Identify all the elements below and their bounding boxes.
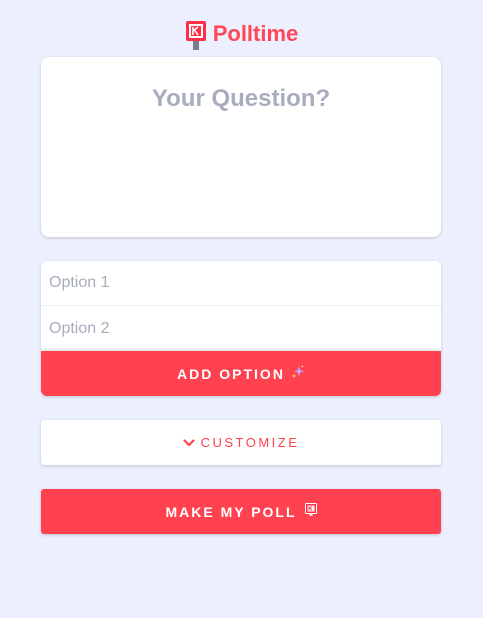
customize-label: CUSTOMIZE <box>200 435 300 450</box>
customize-button[interactable]: CUSTOMIZE <box>41 420 441 465</box>
add-option-button[interactable]: ADD OPTION <box>41 351 441 396</box>
option-2-input[interactable] <box>41 306 441 351</box>
make-poll-button[interactable]: MAKE MY POLL <box>41 489 441 534</box>
chevron-down-icon <box>182 437 195 449</box>
sparkles-icon <box>291 364 305 379</box>
question-input[interactable] <box>41 57 441 237</box>
brand-name[interactable]: Polltime <box>213 21 299 47</box>
question-card <box>41 57 441 237</box>
polltime-logo-icon <box>304 503 317 516</box>
app-header: Polltime <box>0 20 483 50</box>
polltime-logo-icon <box>185 20 207 50</box>
add-option-label: ADD OPTION <box>177 365 285 382</box>
options-card: ADD OPTION <box>41 261 441 396</box>
make-poll-label: MAKE MY POLL <box>165 503 297 520</box>
option-1-input[interactable] <box>41 261 441 306</box>
